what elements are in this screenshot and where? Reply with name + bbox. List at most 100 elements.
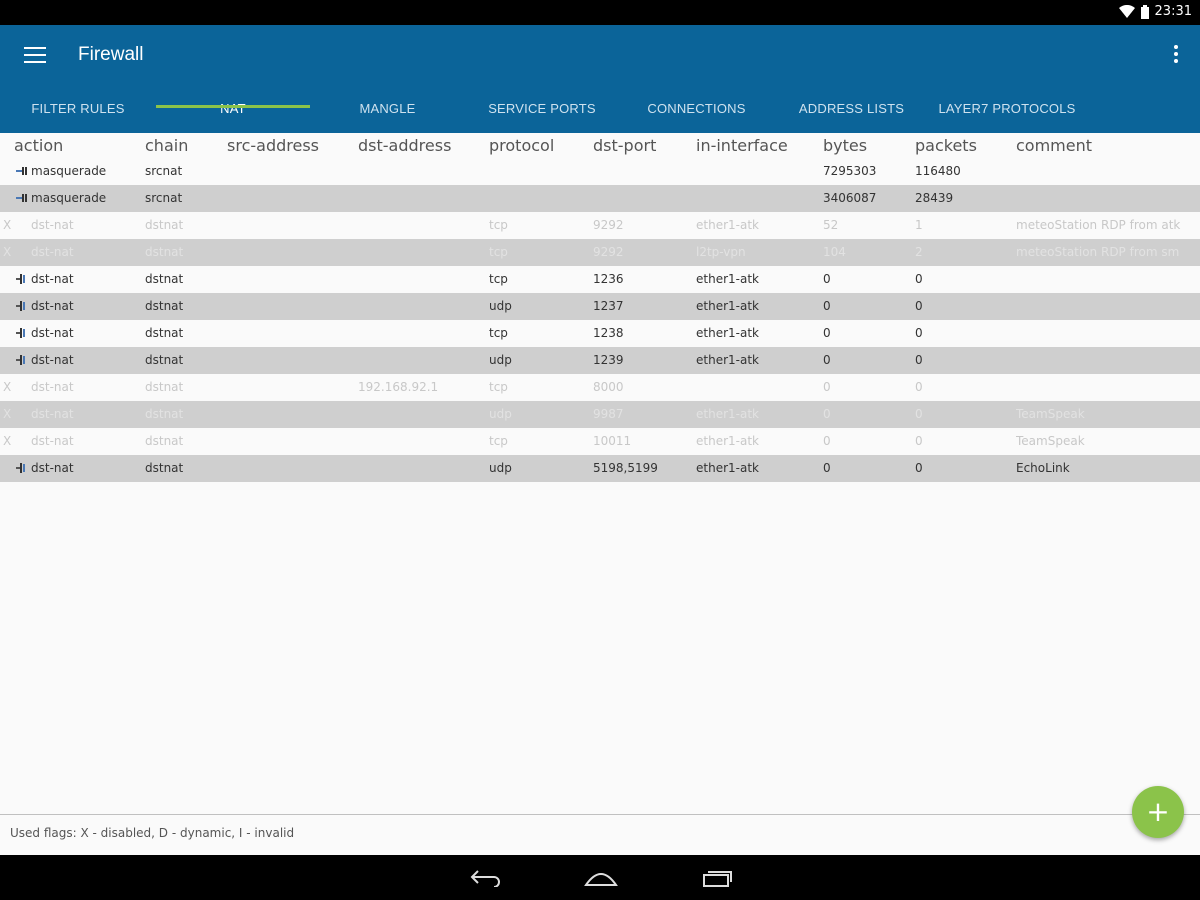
tab-bar: FILTER RULES NAT MANGLE SERVICE PORTS CO…: [0, 85, 1200, 133]
home-icon[interactable]: [584, 869, 618, 887]
cell-action: masquerade: [31, 191, 107, 205]
table-row[interactable]: Xdst-nat dstnat 192.168.92.1 tcp 8000 0 0: [0, 374, 1200, 401]
table-row[interactable]: dst-nat dstnat tcp 1236 ether1-atk 0 0: [0, 266, 1200, 293]
cell-protocol: udp: [489, 353, 512, 367]
column-header-dst-address[interactable]: dst-address: [358, 136, 451, 155]
cell-chain: dstnat: [145, 299, 184, 313]
cell-packets: 28439: [915, 191, 954, 205]
table-row[interactable]: masquerade srcnat 3406087 28439: [0, 185, 1200, 212]
tab-mangle[interactable]: MANGLE: [310, 85, 465, 133]
tab-address-lists[interactable]: ADDRESS LISTS: [774, 85, 929, 133]
cell-port: 1236: [593, 272, 624, 286]
column-header-comment[interactable]: comment: [1016, 136, 1092, 155]
cell-port: 1237: [593, 299, 624, 313]
cell-iface: l2tp-vpn: [696, 245, 746, 259]
recent-apps-icon[interactable]: [702, 869, 734, 887]
tab-service-ports[interactable]: SERVICE PORTS: [465, 85, 619, 133]
table-row[interactable]: Xdst-nat dstnat tcp 9292 l2tp-vpn 104 2 meteoSt…: [0, 239, 1200, 266]
cell-protocol: udp: [489, 461, 512, 475]
column-header-packets[interactable]: packets: [915, 136, 977, 155]
cell-action: dst-nat: [31, 353, 74, 367]
masquerade-icon: [16, 194, 27, 202]
column-header-chain[interactable]: chain: [145, 136, 188, 155]
status-icons: 23:31: [1118, 4, 1192, 19]
cell-protocol: udp: [489, 299, 512, 313]
row-flag: X: [3, 245, 12, 259]
column-header-dst-port[interactable]: dst-port: [593, 136, 656, 155]
cell-port: 10011: [593, 434, 632, 448]
cell-dst: 192.168.92.1: [358, 380, 439, 394]
table-row[interactable]: Xdst-nat dstnat tcp 9292 ether1-atk 52 1 meteoS…: [0, 212, 1200, 239]
cell-port: 1239: [593, 353, 624, 367]
dstnat-icon: [16, 463, 25, 473]
column-header-protocol[interactable]: protocol: [489, 136, 554, 155]
cell-packets: 0: [915, 326, 923, 340]
column-header-src-address[interactable]: src-address: [227, 136, 319, 155]
cell-action: dst-nat: [31, 299, 74, 313]
cell-protocol: tcp: [489, 245, 508, 259]
cell-iface: ether1-atk: [696, 218, 759, 232]
cell-port: 9987: [593, 407, 624, 421]
row-flag: X: [3, 434, 12, 448]
cell-comment: EchoLink: [1016, 461, 1070, 475]
cell-comment: meteoStation RDP from atk: [1016, 218, 1181, 232]
cell-bytes: 0: [823, 326, 831, 340]
cell-action: dst-nat: [31, 434, 74, 448]
battery-icon: [1140, 4, 1149, 19]
back-icon[interactable]: [470, 869, 500, 887]
cell-protocol: tcp: [489, 380, 508, 394]
cell-action: dst-nat: [31, 272, 74, 286]
cell-action: dst-nat: [31, 218, 74, 232]
tab-filter-rules[interactable]: FILTER RULES: [0, 85, 156, 133]
cell-protocol: tcp: [489, 272, 508, 286]
cell-bytes: 0: [823, 407, 831, 421]
table-row[interactable]: dst-nat dstnat tcp 1238 ether1-atk 0 0: [0, 320, 1200, 347]
cell-iface: ether1-atk: [696, 407, 759, 421]
cell-action: masquerade: [31, 164, 107, 178]
row-flag: X: [3, 218, 12, 232]
table-row[interactable]: dst-nat dstnat udp 5198,5199 ether1-atk 0 0 Ech…: [0, 455, 1200, 482]
column-header-action[interactable]: action: [14, 136, 63, 155]
cell-bytes: 0: [823, 299, 831, 313]
column-header-in-interface[interactable]: in-interface: [696, 136, 788, 155]
cell-packets: 116480: [915, 164, 961, 178]
overflow-menu-icon[interactable]: [1174, 45, 1180, 66]
cell-port: 9292: [593, 218, 624, 232]
cell-action: dst-nat: [31, 380, 74, 394]
cell-port: 5198,5199: [593, 461, 658, 475]
tab-connections[interactable]: CONNECTIONS: [619, 85, 774, 133]
menu-icon[interactable]: [24, 47, 46, 63]
table-row[interactable]: Xdst-nat dstnat tcp 10011 ether1-atk 0 0 TeamSp…: [0, 428, 1200, 455]
cell-bytes: 0: [823, 461, 831, 475]
add-rule-button[interactable]: +: [1132, 786, 1184, 838]
cell-bytes: 52: [823, 218, 839, 232]
nat-rules-table: masquerade srcnat 7295303 116480 masquerade s…: [0, 158, 1200, 482]
tab-layer7-protocols[interactable]: LAYER7 PROTOCOLS: [929, 85, 1085, 133]
cell-bytes: 0: [823, 272, 831, 286]
cell-protocol: tcp: [489, 218, 508, 232]
cell-bytes: 104: [823, 245, 846, 259]
cell-comment: TeamSpeak: [1016, 434, 1085, 448]
table-header: action chain src-address dst-address pro…: [0, 133, 1200, 158]
table-row[interactable]: Xdst-nat dstnat udp 9987 ether1-atk 0 0 TeamSpe…: [0, 401, 1200, 428]
table-row[interactable]: dst-nat dstnat udp 1237 ether1-atk 0 0: [0, 293, 1200, 320]
cell-chain: dstnat: [145, 218, 184, 232]
table-row[interactable]: masquerade srcnat 7295303 116480: [0, 158, 1200, 185]
cell-port: 1238: [593, 326, 624, 340]
cell-action: dst-nat: [31, 326, 74, 340]
flags-legend: Used flags: X - disabled, D - dynamic, I…: [10, 826, 295, 840]
cell-action: dst-nat: [31, 461, 74, 475]
tab-indicator: [156, 105, 310, 108]
cell-iface: ether1-atk: [696, 299, 759, 313]
tab-nat[interactable]: NAT: [156, 85, 310, 133]
wifi-icon: [1118, 5, 1135, 18]
column-header-bytes[interactable]: bytes: [823, 136, 867, 155]
footer-divider: [0, 814, 1200, 815]
table-row[interactable]: dst-nat dstnat udp 1239 ether1-atk 0 0: [0, 347, 1200, 374]
cell-chain: srcnat: [145, 191, 183, 205]
cell-iface: ether1-atk: [696, 272, 759, 286]
page-title: Firewall: [78, 44, 144, 65]
cell-protocol: tcp: [489, 434, 508, 448]
cell-comment: meteoStation RDP from sm: [1016, 245, 1180, 259]
cell-packets: 0: [915, 461, 923, 475]
